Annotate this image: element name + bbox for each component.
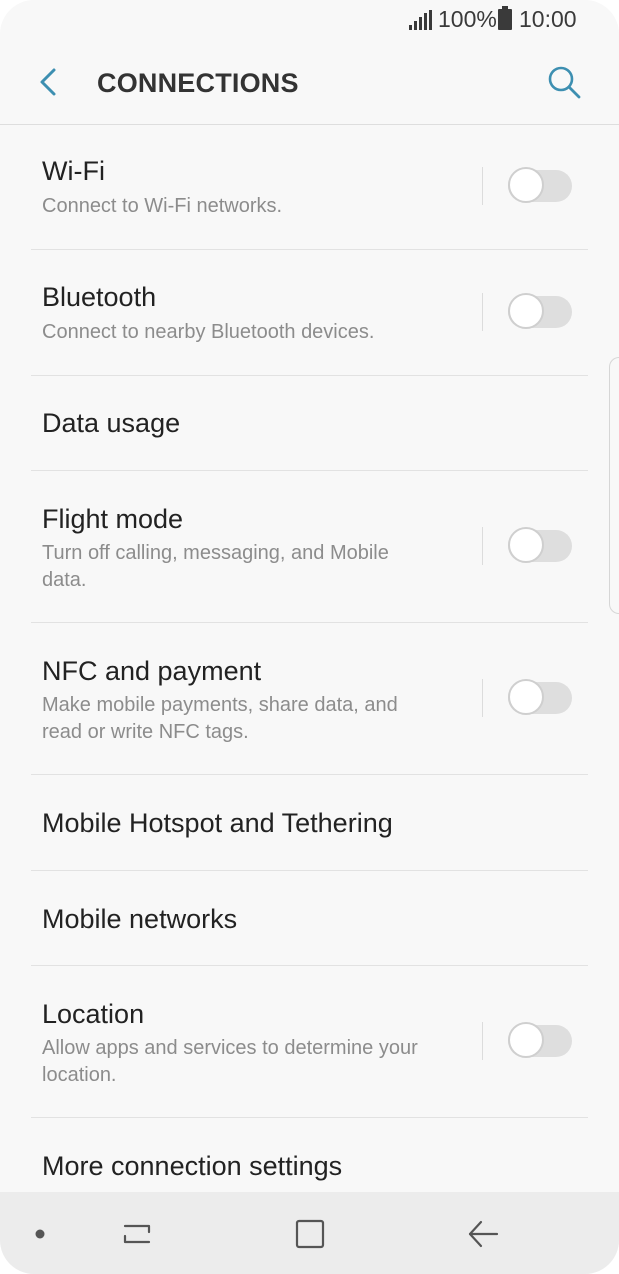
search-icon[interactable]: [544, 62, 584, 102]
item-title: Wi-Fi: [42, 156, 105, 186]
list-item-nfc[interactable]: NFC and payment Make mobile payments, sh…: [31, 623, 588, 775]
battery-icon: [498, 6, 512, 30]
status-bar: 100% 10:00: [0, 0, 619, 40]
divider: [482, 1022, 483, 1060]
list-item-mobile-networks[interactable]: Mobile networks: [31, 871, 588, 966]
wifi-toggle[interactable]: [508, 167, 572, 203]
list-item-wifi[interactable]: Wi-Fi Connect to Wi-Fi networks.: [31, 125, 588, 250]
item-subtitle: Connect to nearby Bluetooth devices.: [42, 321, 375, 343]
navigation-bar: [0, 1192, 619, 1274]
item-subtitle: Turn off calling, messaging, and Mobile …: [42, 542, 389, 591]
item-title: Mobile networks: [42, 904, 238, 934]
toggle-knob: [508, 167, 544, 203]
item-title: Bluetooth: [42, 282, 157, 312]
item-title: More connection settings: [42, 1151, 343, 1181]
divider: [482, 293, 483, 331]
item-title: Data usage: [42, 408, 181, 438]
toggle-knob: [508, 293, 544, 329]
list-item-bluetooth[interactable]: Bluetooth Connect to nearby Bluetooth de…: [31, 250, 588, 376]
item-title: Location: [42, 999, 145, 1029]
nfc-toggle[interactable]: [508, 679, 572, 715]
item-subtitle: Connect to Wi-Fi networks.: [42, 195, 283, 217]
signal-icon: [409, 10, 432, 30]
divider: [482, 679, 483, 717]
list-item-location[interactable]: Location Allow apps and services to dete…: [31, 966, 588, 1118]
item-subtitle: Allow apps and services to determine you…: [42, 1037, 418, 1086]
scroll-edge-handle[interactable]: [609, 357, 619, 614]
battery-percent: 100%: [438, 6, 497, 32]
list-item-flight-mode[interactable]: Flight mode Turn off calling, messaging,…: [31, 471, 588, 623]
phone-screen: 100% 10:00 CONNECTIONS Wi-Fi Connect to …: [0, 0, 619, 1274]
toggle-knob: [508, 679, 544, 715]
toggle-knob: [508, 1022, 544, 1058]
location-toggle[interactable]: [508, 1022, 572, 1058]
list-item-hotspot[interactable]: Mobile Hotspot and Tethering: [31, 775, 588, 871]
home-icon[interactable]: [290, 1214, 330, 1254]
toggle-knob: [508, 527, 544, 563]
connections-list: Wi-Fi Connect to Wi-Fi networks. Bluetoo…: [0, 125, 619, 1212]
item-title: Mobile Hotspot and Tethering: [42, 808, 393, 838]
back-arrow-icon[interactable]: [28, 62, 68, 102]
flight-mode-toggle[interactable]: [508, 527, 572, 563]
recent-apps-icon[interactable]: [117, 1214, 157, 1254]
dot-icon: [35, 1229, 45, 1239]
item-subtitle: Make mobile payments, share data, and re…: [42, 694, 398, 743]
list-item-data-usage[interactable]: Data usage: [31, 376, 588, 471]
clock: 10:00: [519, 6, 577, 32]
page-title: CONNECTIONS: [97, 68, 299, 98]
item-title: Flight mode: [42, 504, 184, 534]
back-icon[interactable]: [463, 1214, 503, 1254]
item-title: NFC and payment: [42, 656, 262, 686]
bluetooth-toggle[interactable]: [508, 293, 572, 329]
app-bar: CONNECTIONS: [0, 40, 619, 125]
divider: [482, 167, 483, 205]
divider: [482, 527, 483, 565]
